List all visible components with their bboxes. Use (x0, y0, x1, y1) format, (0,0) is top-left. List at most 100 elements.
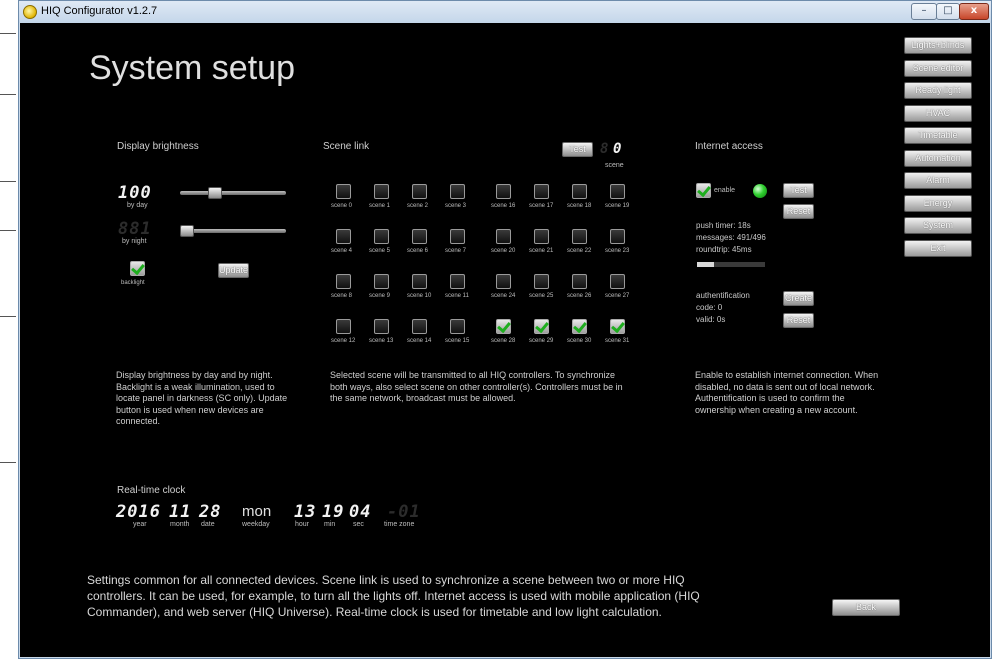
scene-checkbox[interactable] (336, 229, 351, 244)
maximize-button[interactable]: □ (936, 3, 960, 20)
scene-checkbox[interactable] (496, 319, 511, 334)
scene-checkbox-label: scene 17 (529, 203, 554, 209)
scene-checkbox-label: scene 5 (369, 248, 391, 254)
auth-reset-button[interactable]: Reset (783, 313, 814, 328)
scene-link-description: Selected scene will be transmitted to al… (330, 370, 623, 403)
scene-checkbox[interactable] (336, 184, 351, 199)
scene-checkbox-label: scene 18 (567, 203, 592, 209)
scene-checkbox-label: scene 13 (369, 338, 394, 344)
internet-test-button[interactable]: Test (783, 183, 814, 198)
auth-label: authentification (696, 291, 750, 300)
clock-sec: 04 (349, 502, 372, 522)
nav-hvac[interactable]: HVAC (904, 105, 972, 122)
scene-checkbox-label: scene 10 (407, 293, 432, 299)
scene-checkbox[interactable] (374, 184, 389, 199)
day-brightness-value: 100 (118, 183, 152, 203)
roundtrip-time: roundtrip: 45ms (696, 245, 752, 254)
window-title: HIQ Configurator v1.2.7 (41, 5, 158, 17)
title-bar: HIQ Configurator v1.2.7 – □ x (19, 1, 991, 23)
scene-checkbox[interactable] (336, 319, 351, 334)
internet-title: Internet access (695, 141, 763, 152)
app-window: HIQ Configurator v1.2.7 – □ x System set… (18, 0, 992, 659)
scene-checkbox-label: scene 20 (491, 248, 516, 254)
scene-digit-dim: 8 (600, 141, 610, 157)
scene-checkbox[interactable] (450, 229, 465, 244)
enable-checkbox[interactable] (696, 183, 711, 198)
internet-description: Enable to establish internet connection.… (695, 370, 879, 415)
nav-timetable[interactable]: Timetable (904, 127, 972, 144)
scene-checkbox[interactable] (534, 229, 549, 244)
night-slider-thumb[interactable] (180, 225, 194, 237)
create-button[interactable]: Create (783, 291, 814, 306)
nav-ready-light[interactable]: Ready light (904, 82, 972, 99)
clock-min-label: min (324, 521, 336, 528)
scene-checkbox[interactable] (496, 274, 511, 289)
auth-code: code: 0 (696, 303, 723, 312)
backlight-checkbox[interactable] (130, 261, 145, 276)
back-button[interactable]: Back (832, 599, 900, 616)
scene-checkbox[interactable] (534, 274, 549, 289)
nav-system[interactable]: System (904, 217, 972, 234)
clock-weekday-label: weekday (242, 521, 270, 528)
push-timer: push timer: 18s (696, 221, 751, 230)
scene-checkbox[interactable] (610, 184, 625, 199)
scene-link-title: Scene link (323, 141, 370, 152)
scene-checkbox[interactable] (450, 274, 465, 289)
day-brightness-slider[interactable] (180, 191, 286, 195)
scene-checkbox[interactable] (374, 229, 389, 244)
clock-month-label: month (170, 521, 190, 528)
day-label: by day (127, 202, 148, 209)
scene-checkbox-label: scene 16 (491, 203, 516, 209)
scene-checkbox[interactable] (412, 319, 427, 334)
scene-checkbox[interactable] (374, 319, 389, 334)
clock-weekday: mon (242, 503, 272, 520)
connection-progress (697, 262, 765, 267)
close-button[interactable]: x (959, 3, 989, 20)
scene-checkbox-label: scene 27 (605, 293, 630, 299)
scene-test-button[interactable]: Test (562, 142, 593, 157)
scene-checkbox[interactable] (412, 229, 427, 244)
clock-date: 28 (199, 502, 222, 522)
scene-checkbox[interactable] (534, 184, 549, 199)
scene-checkbox[interactable] (572, 319, 587, 334)
scene-checkbox-label: scene 24 (491, 293, 516, 299)
scene-checkbox[interactable] (412, 274, 427, 289)
internet-reset-button[interactable]: Reset (783, 204, 814, 219)
scene-checkbox[interactable] (374, 274, 389, 289)
scene-checkbox-label: scene 8 (331, 293, 353, 299)
scene-checkbox[interactable] (336, 274, 351, 289)
nav-exit[interactable]: Exit (904, 240, 972, 257)
scene-checkbox[interactable] (412, 184, 427, 199)
nav-alarm[interactable]: Alarm (904, 172, 972, 189)
scene-checkbox[interactable] (610, 229, 625, 244)
nav-lights-blinds[interactable]: Lights+blinds (904, 37, 972, 54)
scene-checkbox-label: scene 6 (407, 248, 429, 254)
scene-checkbox[interactable] (572, 274, 587, 289)
minimize-button[interactable]: – (911, 3, 937, 20)
app-icon (23, 5, 37, 19)
scene-checkbox[interactable] (450, 184, 465, 199)
scene-checkbox[interactable] (496, 229, 511, 244)
scene-checkbox[interactable] (610, 319, 625, 334)
scene-checkbox-label: scene 14 (407, 338, 432, 344)
connection-progress-fill (697, 262, 714, 267)
scene-checkbox[interactable] (450, 319, 465, 334)
nav-automation[interactable]: Automation (904, 150, 972, 167)
scene-checkbox[interactable] (610, 274, 625, 289)
scene-checkbox[interactable] (572, 229, 587, 244)
scene-checkbox[interactable] (534, 319, 549, 334)
scene-checkbox-label: scene 30 (567, 338, 592, 344)
night-brightness-slider[interactable] (180, 229, 286, 233)
scene-checkbox[interactable] (572, 184, 587, 199)
update-button[interactable]: Update (218, 263, 249, 278)
day-slider-thumb[interactable] (207, 187, 222, 199)
clock-hour: 13 (294, 502, 317, 522)
nav-scene-editor[interactable]: Scene editor (904, 60, 972, 77)
scene-number-label: scene (605, 162, 624, 169)
scene-checkbox-label: scene 4 (331, 248, 353, 254)
page-description: Settings common for all connected device… (87, 573, 700, 619)
scene-checkbox-label: scene 7 (445, 248, 467, 254)
nav-energy[interactable]: Energy (904, 195, 972, 212)
scene-checkbox[interactable] (496, 184, 511, 199)
clock-year-label: year (133, 521, 147, 528)
